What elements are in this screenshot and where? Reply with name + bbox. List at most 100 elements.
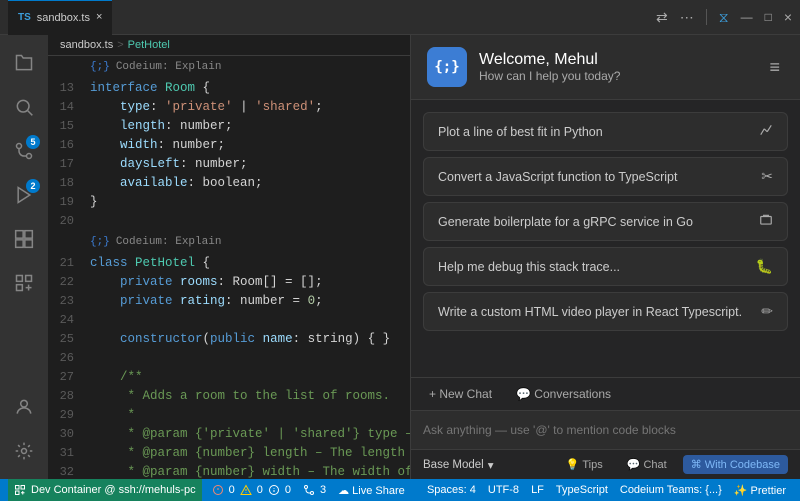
minimize-icon[interactable]: — [741,10,753,24]
line-ending-label: LF [531,484,544,496]
remote-label: Dev Container @ ssh://mehuls-pc [31,484,196,496]
live-share-label: ☁ Live Share [338,484,405,497]
maximize-icon[interactable]: □ [765,10,772,24]
suggestions-list: Plot a line of best fit in Python Conver… [411,100,800,343]
chat-input[interactable] [423,423,788,437]
git-badge: 3 [320,484,326,496]
line-ending-status[interactable]: LF [525,484,550,496]
tips-button[interactable]: 💡 Tips [558,455,611,474]
code-line-29: 29 * [48,406,410,425]
codeium-hint-1[interactable]: {;} Codeium: Explain [48,56,410,79]
encoding-status[interactable]: UTF-8 [482,484,525,496]
suggestion-icon-3: 🐛 [756,258,773,275]
more-actions-icon[interactable]: ⋯ [680,9,694,26]
code-line-23: 23 private rating: number = 0; [48,292,410,311]
breadcrumb-sep1: > [117,39,123,51]
suggestion-item-1[interactable]: Convert a JavaScript function to TypeScr… [423,157,788,196]
model-chevron-icon: ▾ [488,458,494,472]
activity-run-debug[interactable]: 2 [4,175,44,215]
activity-accounts[interactable] [4,387,44,427]
conversations-button[interactable]: 💬 Conversations [510,384,617,404]
breadcrumb-file[interactable]: sandbox.ts [60,39,113,51]
errors-status[interactable]: 0 0 0 [206,479,297,501]
main-layout: 5 2 [0,35,800,479]
code-line-14: 14 type: 'private' | 'shared'; [48,98,410,117]
spaces-status[interactable]: Spaces: 4 [421,484,482,496]
editor-area: sandbox.ts > PetHotel {;} Codeium: Expla… [48,35,410,479]
codebase-button[interactable]: ⌘ With Codebase [683,455,788,474]
codeium-icon-2: {;} [90,233,110,252]
active-tab[interactable]: TS sandbox.ts × [8,0,112,35]
breadcrumb: sandbox.ts > PetHotel [48,35,410,56]
warning-icon [240,484,252,496]
model-selector[interactable]: Base Model ▾ [423,458,494,472]
code-line-15: 15 length: number; [48,117,410,136]
git-icon [303,484,315,496]
remote-indicator[interactable]: Dev Container @ ssh://mehuls-pc [8,479,202,501]
status-bar-right: Spaces: 4 UTF-8 LF TypeScript Codeium Te… [421,484,792,497]
chat-button[interactable]: 💬 Chat [619,455,675,474]
error-icon [212,484,224,496]
suggestion-item-3[interactable]: Help me debug this stack trace... 🐛 [423,247,788,286]
codebase-label: ⌘ With Codebase [691,458,780,471]
chat-model-bar: Base Model ▾ 💡 Tips 💬 Chat ⌘ With Codeba… [411,449,800,479]
tips-label: 💡 Tips [566,458,603,471]
new-chat-label: + New Chat [429,387,492,401]
language-status[interactable]: TypeScript [550,484,614,496]
chat-menu-button[interactable]: ≡ [765,53,784,82]
git-status[interactable]: 3 [297,479,332,501]
activity-search[interactable] [4,87,44,127]
activity-extensions[interactable] [4,219,44,259]
suggestion-icon-0 [759,123,773,140]
chat-footer: + New Chat 💬 Conversations Base Model ▾ … [411,377,800,479]
code-line-16: 16 width: number; [48,136,410,155]
code-line-19: 19 } [48,193,410,212]
activity-settings[interactable] [4,431,44,471]
code-editor[interactable]: {;} Codeium: Explain 13 interface Room {… [48,56,410,479]
activity-bar: 5 2 [0,35,48,479]
chat-welcome-text: Welcome, Mehul How can I help you today? [479,51,753,83]
status-bar: Dev Container @ ssh://mehuls-pc 0 0 0 3 … [0,479,800,501]
ts-icon: TS [18,12,31,23]
chat-input-area [411,411,800,449]
conversations-label: 💬 Conversations [516,387,611,401]
close-window-icon[interactable]: × [784,9,792,25]
codeium-icon-1: {;} [90,58,110,77]
spaces-label: Spaces: 4 [427,484,476,496]
code-line-30: 30 * @param {'private' | 'shared'} type … [48,425,410,444]
language-label: TypeScript [556,484,608,496]
suggestion-item-4[interactable]: Write a custom HTML video player in Reac… [423,292,788,331]
suggestion-icon-1: ✂ [761,168,773,185]
suggestion-text-0: Plot a line of best fit in Python [438,125,603,139]
suggestion-item-0[interactable]: Plot a line of best fit in Python [423,112,788,151]
codeium-status-label: Codeium Teams: {...} [620,484,722,496]
code-line-21: 21 class PetHotel { [48,254,410,273]
chat-header: {;} Welcome, Mehul How can I help you to… [411,35,800,100]
code-line-18: 18 available: boolean; [48,174,410,193]
activity-remote-explorer[interactable] [4,263,44,303]
prettier-status[interactable]: ✨ Prettier [728,484,792,497]
model-label: Base Model [423,459,484,471]
activity-explorer[interactable] [4,43,44,83]
activity-source-control[interactable]: 5 [4,131,44,171]
code-line-26: 26 [48,349,410,368]
split-editor-icon[interactable]: ⇄ [656,9,668,26]
code-line-25: 25 constructor(public name: string) { } [48,330,410,349]
codeium-label-1: Codeium: Explain [116,58,222,77]
suggestion-text-4: Write a custom HTML video player in Reac… [438,305,742,319]
breadcrumb-symbol[interactable]: PetHotel [128,39,170,51]
warnings-count: 0 [257,484,263,496]
source-control-badge: 5 [26,135,40,149]
suggestion-item-2[interactable]: Generate boilerplate for a gRPC service … [423,202,788,241]
code-line-22: 22 private rooms: Room[] = []; [48,273,410,292]
new-chat-button[interactable]: + New Chat [423,384,498,404]
codeium-status[interactable]: Codeium Teams: {...} [614,484,728,496]
errors-count: 0 [229,484,235,496]
info-icon [268,484,280,496]
code-line-20: 20 [48,212,410,231]
remote-icon [14,484,26,496]
live-share-status[interactable]: ☁ Live Share [332,479,411,501]
tab-close-button[interactable]: × [96,12,102,23]
codeium-hint-2[interactable]: {;} Codeium: Explain [48,231,410,254]
welcome-subtitle: How can I help you today? [479,69,753,83]
